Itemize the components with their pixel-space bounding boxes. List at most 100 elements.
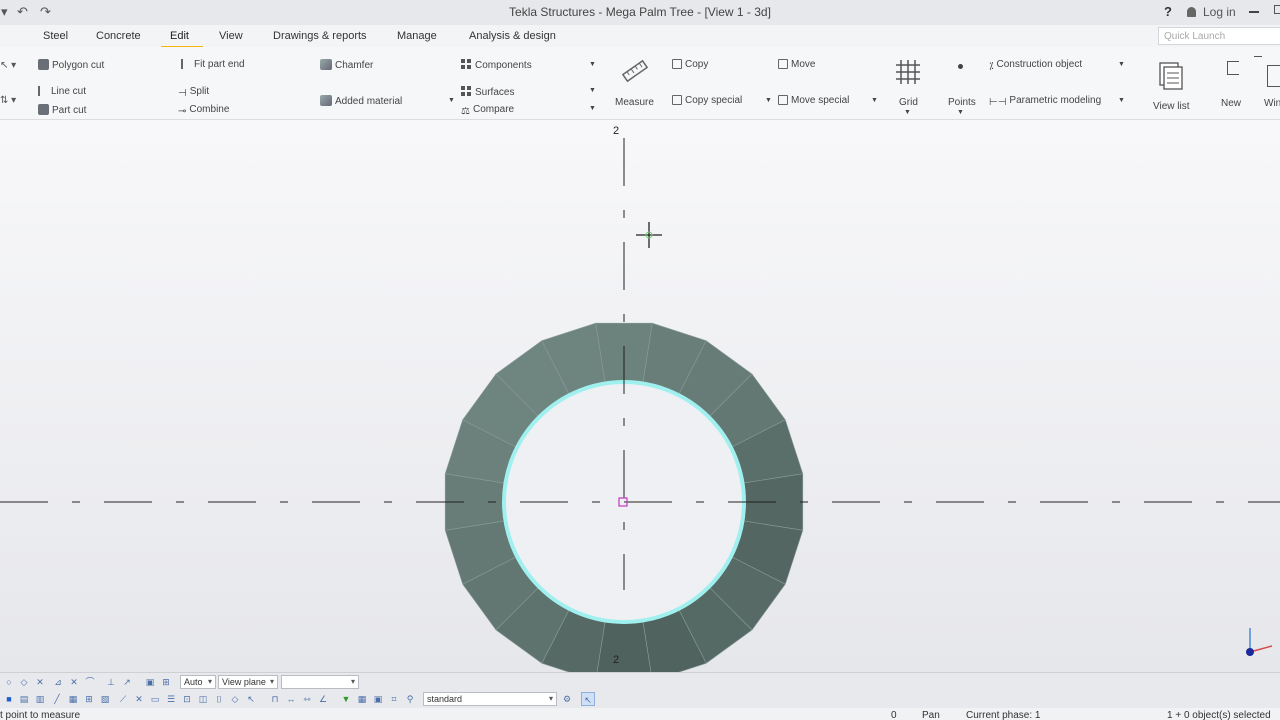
measure-button[interactable]: Measure xyxy=(615,97,654,108)
axis-origin-marker xyxy=(1246,648,1254,656)
move-special-dropdown-icon[interactable]: ▼ xyxy=(871,97,878,104)
select-assemblies-icon[interactable]: ▥ xyxy=(33,692,47,706)
tab-drawings-reports[interactable]: Drawings & reports xyxy=(273,30,367,42)
chevron-down-icon: ▾ xyxy=(207,677,212,686)
grid-dropdown-icon[interactable]: ▼ xyxy=(904,109,911,116)
distance-icon[interactable]: ↔ xyxy=(284,692,298,706)
magnify-icon[interactable]: ⚲ xyxy=(403,692,417,706)
parametric-modeling-dropdown-icon[interactable]: ▼ xyxy=(1118,97,1125,104)
snap-circle-icon[interactable]: ○ xyxy=(2,675,16,689)
plane-select[interactable]: View plane ▾ xyxy=(218,675,278,689)
select-points-icon[interactable]: ╱ xyxy=(50,692,64,706)
split-button[interactable]: ⊣ Split xyxy=(178,86,209,99)
copy-button[interactable]: Copy xyxy=(672,59,708,70)
status-phase[interactable]: Current phase: 1 xyxy=(966,710,1041,720)
snap-x-icon[interactable]: ✕ xyxy=(33,675,47,689)
model-view-3d[interactable]: 2 2 xyxy=(0,120,1280,672)
part-cut-label: Part cut xyxy=(52,105,87,116)
surfaces-dropdown-icon[interactable]: ▼ xyxy=(589,87,596,94)
filter-select[interactable]: ▾ xyxy=(281,675,359,689)
combine-button[interactable]: ⊸ Combine xyxy=(178,104,229,117)
quick-launch-input[interactable]: Quick Launch xyxy=(1158,27,1280,45)
surfaces-button[interactable]: Surfaces xyxy=(461,86,514,98)
zoom-select-icon[interactable]: ⌗ xyxy=(387,692,401,706)
select-options-icon[interactable]: ⇅ ▾ xyxy=(0,95,16,106)
tab-manage[interactable]: Manage xyxy=(397,30,437,42)
compare-dropdown-icon[interactable]: ▼ xyxy=(589,105,596,112)
select-parts-icon[interactable]: ▤ xyxy=(17,692,31,706)
copy-special-button[interactable]: Copy special xyxy=(672,95,742,106)
components-dropdown-icon[interactable]: ▼ xyxy=(589,61,596,68)
snap-x2-icon[interactable]: ✕ xyxy=(67,675,81,689)
model-scene[interactable] xyxy=(0,120,1280,672)
compare-button[interactable]: ⚖ Compare xyxy=(461,104,514,117)
arrow-dim-icon[interactable]: ⇿ xyxy=(300,692,314,706)
select-surfaces-icon[interactable]: ◫ xyxy=(196,692,210,706)
chevron-down-icon: ▾ xyxy=(269,677,274,686)
new-view-button[interactable]: New xyxy=(1221,98,1241,109)
window-title: Tekla Structures - Mega Palm Tree - [Vie… xyxy=(509,5,771,19)
select-arrow-icon[interactable]: ↖ ▾ xyxy=(0,60,16,71)
help-icon[interactable]: ? xyxy=(1164,4,1172,19)
added-material-dropdown-icon[interactable]: ▼ xyxy=(448,97,455,104)
chamfer-button[interactable]: Chamfer xyxy=(320,59,373,71)
points-button[interactable]: Points xyxy=(948,97,976,108)
filter-settings-icon[interactable]: ⚙ xyxy=(560,692,574,706)
tab-steel[interactable]: Steel xyxy=(43,30,68,42)
tab-concrete[interactable]: Concrete xyxy=(96,30,141,42)
status-count: 0 xyxy=(891,710,897,720)
select-components-icon[interactable]: ⊡ xyxy=(180,692,194,706)
select-bolts-icon[interactable]: ☰ xyxy=(164,692,178,706)
move-special-button[interactable]: Move special xyxy=(778,95,849,106)
login-link[interactable]: Log in xyxy=(1187,5,1236,19)
select-reinforcement-icon[interactable]: ⌷ xyxy=(212,692,226,706)
minimize-icon[interactable] xyxy=(1249,11,1259,13)
select-cuts-icon[interactable]: ⟋ xyxy=(116,692,130,706)
grid-button[interactable]: Grid xyxy=(899,97,918,108)
select-planes-icon[interactable]: ▭ xyxy=(148,692,162,706)
snap-square-icon[interactable]: ◇ xyxy=(17,675,31,689)
line-cut-button[interactable]: Line cut xyxy=(38,86,86,97)
select-all-icon[interactable]: ■ xyxy=(2,692,16,706)
select-box-icon[interactable]: ▣ xyxy=(371,692,385,706)
part-cut-button[interactable]: Part cut xyxy=(38,104,86,116)
selection-filter-select[interactable]: standard ▾ xyxy=(423,692,557,706)
construction-object-dropdown-icon[interactable]: ▼ xyxy=(1118,61,1125,68)
view-list-icon xyxy=(1159,62,1183,90)
move-button[interactable]: Move xyxy=(778,59,815,70)
select-layout-icon[interactable]: ◇ xyxy=(228,692,242,706)
select-points-view-icon[interactable]: ↖ xyxy=(244,692,258,706)
select-gridlines-icon[interactable]: ▧ xyxy=(98,692,112,706)
select-grids-icon[interactable]: ⊞ xyxy=(82,692,96,706)
select-welds-icon[interactable]: ▦ xyxy=(66,692,80,706)
ribbon-minimize-icon[interactable] xyxy=(1254,56,1262,57)
select-views-icon[interactable]: ✕ xyxy=(132,692,146,706)
select-cursor-icon[interactable]: ↖ xyxy=(581,692,595,706)
snap-center-icon[interactable]: ▣ xyxy=(143,675,157,689)
construction-object-button[interactable]: ⁒ Construction object xyxy=(989,59,1082,72)
copy-special-dropdown-icon[interactable]: ▼ xyxy=(765,97,772,104)
snap-free-icon[interactable]: ↗ xyxy=(120,675,134,689)
restore-icon[interactable] xyxy=(1274,5,1280,14)
view-list-button[interactable]: View list xyxy=(1153,101,1190,112)
polygon-cut-label: Polygon cut xyxy=(52,60,105,71)
dimension-icon[interactable]: ⊓ xyxy=(268,692,282,706)
tab-edit[interactable]: Edit xyxy=(161,30,203,49)
parametric-modeling-button[interactable]: ⊢⊣ Parametric modeling xyxy=(989,95,1101,108)
tab-view[interactable]: View xyxy=(219,30,243,42)
filter-funnel-icon[interactable]: ▼ xyxy=(339,692,353,706)
snap-arc-icon[interactable]: ⌒ xyxy=(83,675,97,689)
added-material-button[interactable]: Added material xyxy=(320,95,402,107)
snap-line-icon[interactable]: ⊿ xyxy=(51,675,65,689)
angle-icon[interactable]: ∠ xyxy=(316,692,330,706)
snap-perpendicular-icon[interactable]: ⊥ xyxy=(104,675,118,689)
snap-grid-icon[interactable]: ⊞ xyxy=(159,675,173,689)
tab-analysis-design[interactable]: Analysis & design xyxy=(469,30,556,42)
polygon-cut-button[interactable]: Polygon cut xyxy=(38,59,104,71)
points-dropdown-icon[interactable]: ▼ xyxy=(957,109,964,116)
fit-part-end-button[interactable]: Fit part end xyxy=(181,59,245,70)
window-button[interactable]: Win xyxy=(1264,98,1280,109)
select-filter-icon[interactable]: ▦ xyxy=(355,692,369,706)
components-button[interactable]: Components xyxy=(461,59,532,71)
snap-mode-select[interactable]: Auto ▾ xyxy=(180,675,216,689)
